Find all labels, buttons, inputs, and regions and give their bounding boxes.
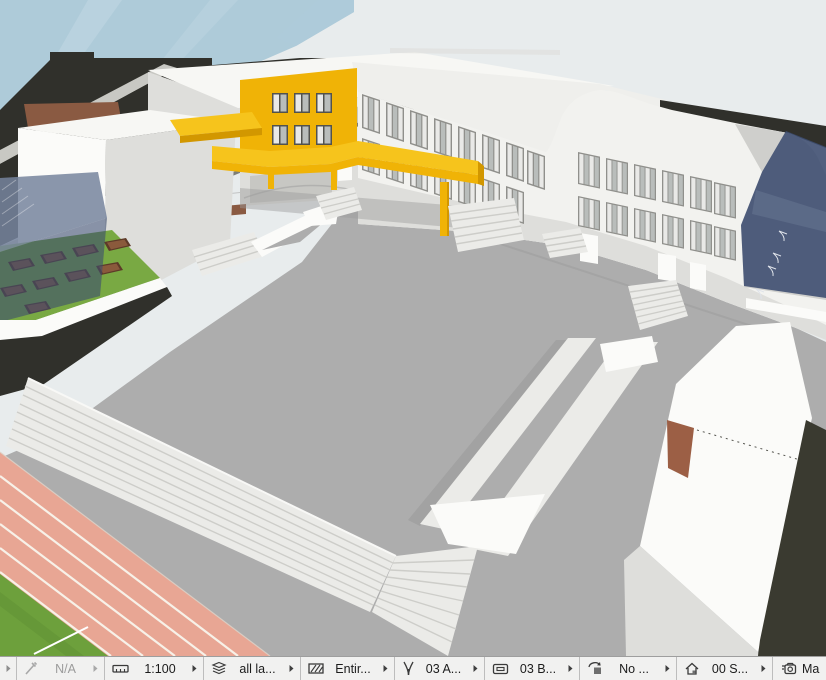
layers-icon — [211, 661, 227, 676]
pen-nib-icon — [402, 661, 415, 677]
chevron-right-icon — [472, 664, 479, 673]
renovation-filter-value: No ... — [609, 662, 659, 676]
chevron-right-icon — [288, 664, 295, 673]
3d-model-view[interactable] — [0, 0, 826, 656]
ruler-icon — [112, 661, 129, 676]
camera-icon — [780, 661, 797, 676]
home-story-icon — [684, 661, 700, 676]
quick-option-layer-combination[interactable]: all la... — [204, 657, 301, 680]
chevron-right-icon — [92, 664, 99, 673]
scale-value: 1:100 — [134, 662, 186, 676]
model-view-options-value: Entir... — [329, 662, 377, 676]
renovation-icon — [587, 661, 604, 676]
quick-option-renovation-filter[interactable]: No ... — [580, 657, 677, 680]
chevron-right-icon — [567, 664, 574, 673]
chevron-right-icon — [5, 664, 12, 673]
frame-icon — [492, 662, 509, 676]
quick-option-camera-set[interactable]: Ma — [773, 657, 826, 680]
quick-options-expander[interactable] — [0, 657, 17, 680]
hatched-view-icon — [308, 661, 324, 676]
quick-option-marker-style[interactable]: 03 B... — [485, 657, 580, 680]
quick-option-home-story[interactable]: 00 S... — [677, 657, 773, 680]
pen-set-value: N/A — [44, 662, 87, 676]
chevron-right-icon — [382, 664, 389, 673]
camera-set-value: Ma — [802, 662, 821, 676]
archicad-window: N/A 1:100 all la... — [0, 0, 826, 680]
quick-option-pen-set[interactable]: N/A — [17, 657, 105, 680]
pen-set-icon — [24, 661, 39, 676]
quick-options-bar: N/A 1:100 all la... — [0, 656, 826, 680]
layer-combination-value: all la... — [232, 662, 283, 676]
canopy-column — [331, 170, 337, 190]
marker-style-value: 03 B... — [514, 662, 562, 676]
pen-color-value: 03 A... — [420, 662, 467, 676]
quick-option-pen-color[interactable]: 03 A... — [395, 657, 485, 680]
quick-option-model-view-options[interactable]: Entir... — [301, 657, 395, 680]
home-story-value: 00 S... — [705, 662, 755, 676]
quick-option-scale[interactable]: 1:100 — [105, 657, 204, 680]
chevron-right-icon — [191, 664, 198, 673]
3d-viewport[interactable] — [0, 0, 826, 656]
chevron-right-icon — [760, 664, 767, 673]
canopy-column — [268, 170, 274, 189]
chevron-right-icon — [664, 664, 671, 673]
